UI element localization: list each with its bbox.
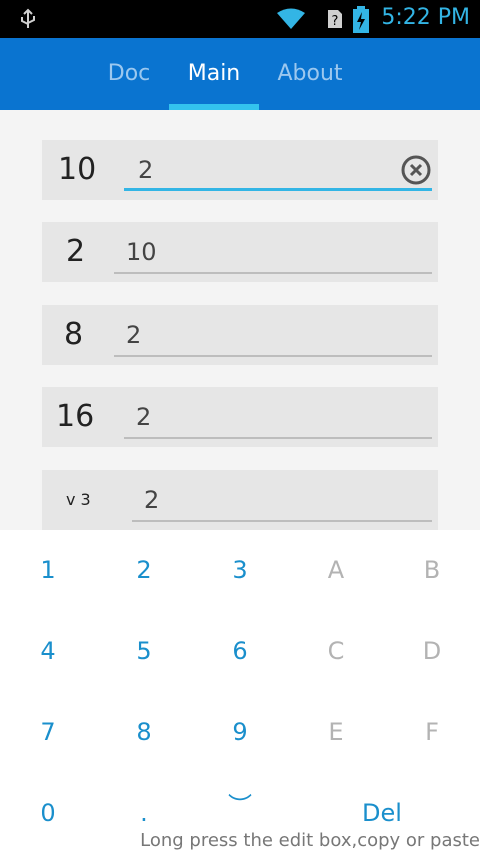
base-row: v 3 2 (42, 470, 438, 530)
key-5[interactable]: 5 (96, 611, 192, 692)
base-label: 8 (64, 317, 84, 352)
hint-text: Long press the edit box,copy or paste (140, 830, 480, 851)
tab-bar: Doc Main About (0, 38, 480, 110)
key-b[interactable]: B (384, 530, 480, 611)
input-underline (114, 355, 432, 357)
input-underline (124, 188, 432, 191)
key-8[interactable]: 8 (96, 692, 192, 773)
key-c[interactable]: C (288, 611, 384, 692)
clear-icon[interactable] (400, 154, 432, 186)
wifi-icon (277, 8, 305, 29)
key-d[interactable]: D (384, 611, 480, 692)
base-row: 10 2 (42, 140, 438, 200)
tab-doc[interactable]: Doc (90, 38, 168, 110)
base-row: 2 10 (42, 222, 438, 282)
base-label: 2 (66, 234, 86, 269)
status-bar: ? 5:22 PM (0, 0, 480, 38)
value-input[interactable]: 2 (138, 140, 153, 200)
input-underline (124, 437, 432, 439)
key-2[interactable]: 2 (96, 530, 192, 611)
key-f[interactable]: F (384, 692, 480, 773)
key-6[interactable]: 6 (192, 611, 288, 692)
key-1[interactable]: 1 (0, 530, 96, 611)
key-4[interactable]: 4 (0, 611, 96, 692)
base-selector[interactable]: v 3 (66, 470, 91, 530)
conversion-list: 10 2 2 10 8 2 16 2 v 3 2 (0, 110, 480, 530)
base-label: 16 (56, 399, 95, 434)
tab-main[interactable]: Main (169, 38, 259, 110)
input-underline (114, 272, 432, 274)
base-row: 8 2 (42, 305, 438, 365)
sim-unknown-icon: ? (328, 10, 342, 29)
usb-icon (21, 8, 35, 28)
key-a[interactable]: A (288, 530, 384, 611)
base-row: 16 2 (42, 387, 438, 447)
keypad: 1 2 3 A B 4 5 6 C D 7 8 9 E F 0 . ︶ Del (0, 530, 480, 854)
key-9[interactable]: 9 (192, 692, 288, 773)
svg-text:?: ? (332, 14, 339, 29)
clock: 5:22 PM (381, 5, 470, 30)
battery-charging-icon (353, 6, 369, 33)
tab-about[interactable]: About (265, 38, 355, 110)
key-0[interactable]: 0 (0, 773, 96, 854)
key-3[interactable]: 3 (192, 530, 288, 611)
key-e[interactable]: E (288, 692, 384, 773)
key-7[interactable]: 7 (0, 692, 96, 773)
base-label: 10 (58, 152, 97, 187)
input-underline (132, 520, 432, 522)
